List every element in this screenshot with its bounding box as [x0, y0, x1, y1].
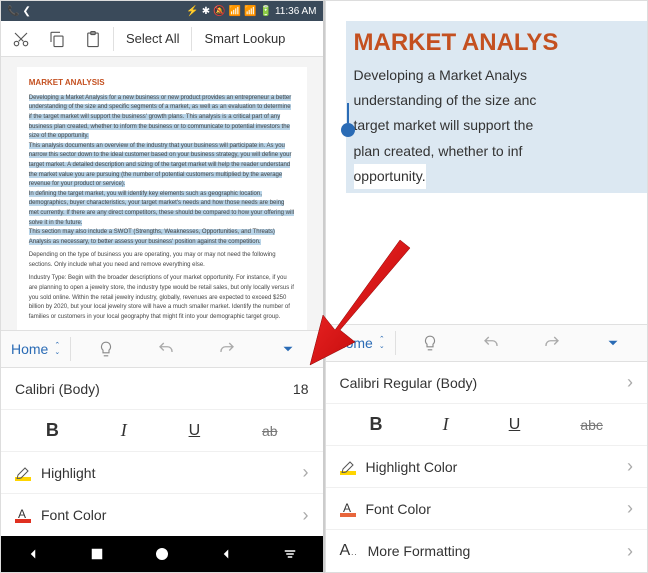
svg-text:A: A — [343, 501, 351, 515]
chevron-right-icon: › — [627, 372, 633, 393]
context-toolbar: Select All Smart Lookup — [1, 21, 323, 57]
doc-paragraph: Developing a Market Analys — [354, 63, 644, 88]
font-color-label: Font Color — [366, 501, 431, 517]
doc-paragraph: target market will support the — [354, 113, 644, 138]
doc-paragraph: Industry Type: Begin with the broader de… — [29, 274, 295, 322]
status-time: 11:36 AM — [275, 6, 317, 17]
doc-paragraph: This section may also include a SWOT (St… — [29, 228, 295, 247]
chevron-right-icon: › — [303, 462, 309, 483]
strikethrough-button[interactable]: abc — [580, 417, 603, 433]
undo-button[interactable] — [477, 329, 505, 357]
redo-button[interactable] — [538, 329, 566, 357]
copy-button[interactable] — [41, 23, 73, 55]
more-formatting-label: More Formatting — [368, 543, 471, 559]
bold-button[interactable]: B — [370, 414, 383, 435]
highlight-icon — [15, 465, 31, 481]
bold-button[interactable]: B — [46, 420, 59, 441]
underline-button[interactable]: U — [189, 422, 201, 440]
nav-back-button[interactable] — [19, 540, 47, 568]
undo-button[interactable] — [152, 335, 180, 363]
highlight-color-label: Highlight Color — [366, 459, 458, 475]
chevron-right-icon: › — [627, 456, 633, 477]
ribbon-tab-label: Home — [11, 341, 48, 357]
ribbon-tab-selector[interactable]: Home ⌃⌄ — [1, 331, 70, 367]
status-bar: 📞❮ ⚡✱🔕📶📶🔋 11:36 AM — [1, 1, 323, 21]
doc-heading: MARKET ANALYSIS — [29, 77, 295, 90]
doc-paragraph: This analysis documents an overview of t… — [29, 142, 295, 190]
paste-button[interactable] — [77, 23, 109, 55]
format-panel: Calibri Regular (Body) › B I U abc Highl… — [326, 362, 648, 572]
font-color-row[interactable]: A Font Color › — [1, 494, 323, 536]
doc-paragraph: plan created, whether to inf — [354, 139, 644, 164]
highlight-label: Highlight — [41, 465, 95, 481]
annotation-arrow — [295, 230, 415, 370]
underline-button[interactable]: U — [509, 416, 521, 434]
font-name: Calibri Regular (Body) — [340, 375, 478, 391]
tellme-button[interactable] — [416, 329, 444, 357]
divider — [191, 27, 192, 51]
doc-heading: MARKET ANALYS — [354, 29, 644, 57]
highlight-row[interactable]: Highlight › — [1, 452, 323, 494]
ribbon-bar: Home ⌃⌄ — [1, 330, 323, 368]
font-style-row: B I U ab — [1, 410, 323, 452]
highlight-color-row[interactable]: Highlight Color › — [326, 446, 648, 488]
smart-lookup-button[interactable]: Smart Lookup — [196, 23, 293, 55]
doc-paragraph: Developing a Market Analysis for a new b… — [29, 94, 295, 142]
italic-button[interactable]: I — [443, 414, 449, 435]
cut-button[interactable] — [5, 23, 37, 55]
italic-button[interactable]: I — [121, 420, 127, 441]
svg-text:A: A — [18, 507, 26, 521]
chevron-right-icon: › — [627, 498, 633, 519]
redo-button[interactable] — [213, 335, 241, 363]
more-formatting-row[interactable]: A.. More Formatting › — [326, 530, 648, 572]
nav-home-button[interactable] — [148, 540, 176, 568]
nav-menu-button[interactable] — [276, 540, 304, 568]
font-color-row[interactable]: A Font Color › — [326, 488, 648, 530]
doc-paragraph: Depending on the type of business you ar… — [29, 251, 295, 270]
select-all-button[interactable]: Select All — [118, 23, 187, 55]
more-formatting-icon: A.. — [340, 542, 358, 560]
highlight-icon — [340, 459, 356, 475]
font-name: Calibri (Body) — [15, 381, 100, 397]
format-panel: Calibri (Body) 18 B I U ab Highlight › — [1, 368, 323, 536]
font-size: 18 — [293, 381, 309, 397]
font-style-row: B I U abc — [326, 404, 648, 446]
cursor-handle[interactable] — [341, 123, 355, 137]
doc-paragraph: understanding of the size anc — [354, 88, 644, 113]
chevron-updown-icon: ⌃⌄ — [54, 342, 60, 356]
font-color-icon: A — [340, 501, 356, 517]
chevron-right-icon: › — [627, 541, 633, 562]
font-color-icon: A — [15, 507, 31, 523]
font-color-label: Font Color — [41, 507, 106, 523]
expand-button[interactable] — [599, 329, 627, 357]
divider — [113, 27, 114, 51]
doc-paragraph: In defining the target market, you will … — [29, 190, 295, 228]
android-nav-bar — [1, 536, 323, 572]
nav-recents-button[interactable] — [83, 540, 111, 568]
tellme-button[interactable] — [92, 335, 120, 363]
doc-paragraph: opportunity. — [354, 164, 426, 189]
font-row[interactable]: Calibri (Body) 18 — [1, 368, 323, 410]
nav-back2-button[interactable] — [212, 540, 240, 568]
document-area[interactable]: MARKET ANALYSIS Developing a Market Anal… — [1, 57, 323, 330]
strikethrough-button[interactable]: ab — [262, 423, 278, 439]
chevron-right-icon: › — [303, 505, 309, 526]
